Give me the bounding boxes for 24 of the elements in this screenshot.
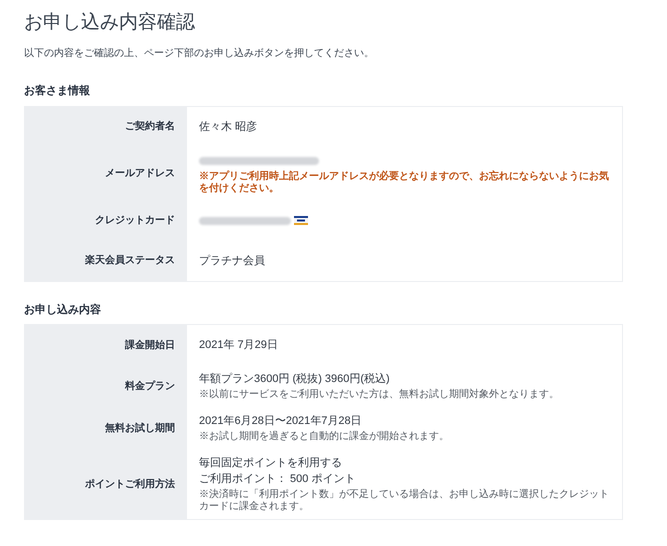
field-value: 2021年6月28日〜2021年7月28日 bbox=[199, 414, 363, 429]
note-text: ※決済時に「利用ポイント数」が不足している場合は、お申し込み時に選択したクレジットカードに課金されます。 bbox=[199, 489, 610, 513]
section-heading: お客さま情報 bbox=[24, 84, 91, 99]
row-label: クレジットカード bbox=[95, 214, 175, 228]
section-heading: お申し込み内容 bbox=[24, 302, 102, 318]
field-value: 年額プラン3600円 (税抜) 3960円(税込) bbox=[199, 372, 391, 387]
row-label: 楽天会員ステータス bbox=[85, 254, 175, 268]
note-text: ※お試し期間を過ぎると自動的に課金が開始されます。 bbox=[199, 431, 450, 443]
intro-text: 以下の内容をご確認の上、ページ下部のお申し込みボタンを押してください。 bbox=[24, 46, 375, 61]
row-label: メールアドレス bbox=[105, 167, 175, 181]
row-label: ご契約者名 bbox=[125, 120, 175, 134]
card-icon bbox=[294, 216, 308, 225]
row-label: 課金開始日 bbox=[125, 338, 175, 352]
field-value: 2021年 7月29日 bbox=[199, 338, 279, 353]
field-value: ご利用ポイント： 500 ポイント bbox=[199, 472, 356, 487]
row-label: ポイントご利用方法 bbox=[85, 477, 175, 492]
field-value: プラチナ会員 bbox=[199, 254, 266, 268]
row-label: 料金プラン bbox=[125, 379, 175, 394]
row-label: 無料お試し期間 bbox=[105, 422, 175, 436]
field-value: 毎回固定ポイントを利用する bbox=[199, 456, 343, 471]
page-title: お申し込み内容確認 bbox=[24, 11, 196, 35]
field-value: 佐々木 昭彦 bbox=[199, 120, 258, 134]
note-text: ※アプリご利用時上記メールアドレスが必要となりますので、お忘れにならないようにお気を付けください。 bbox=[199, 170, 610, 194]
note-text: ※以前にサービスをご利用いただいた方は、無料お試し期間対象外となります。 bbox=[199, 389, 560, 401]
